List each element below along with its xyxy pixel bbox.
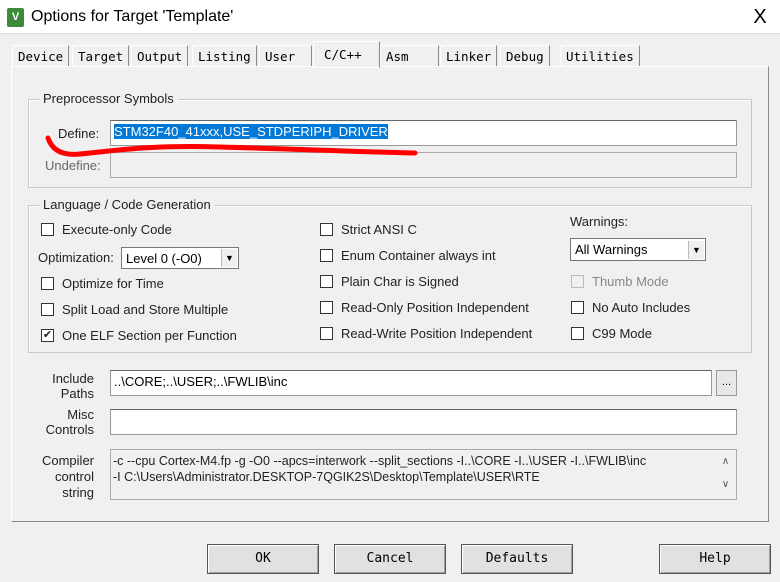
strict-ansi-checkbox[interactable]: Strict ANSI C: [320, 222, 417, 237]
checkbox-box: [571, 301, 584, 314]
optimize-time-checkbox[interactable]: Optimize for Time: [41, 276, 164, 291]
misc-controls-label: Misc Controls: [30, 407, 94, 437]
checkbox-box: [571, 275, 584, 288]
no-auto-includes-checkbox[interactable]: No Auto Includes: [571, 300, 690, 315]
scroll-down-icon[interactable]: ∨: [717, 479, 734, 490]
enum-int-checkbox[interactable]: Enum Container always int: [320, 248, 496, 263]
warnings-select[interactable]: All Warnings ▼: [570, 238, 706, 261]
defaults-button[interactable]: Defaults: [461, 544, 573, 574]
compiler-label-line1: Compiler: [41, 453, 94, 468]
strict-ansi-label: Strict ANSI C: [341, 222, 417, 237]
checkbox-box: [320, 327, 333, 340]
browse-include-button[interactable]: ...: [716, 370, 737, 396]
include-label-line1: Include: [52, 371, 94, 386]
one-elf-checkbox[interactable]: ✔ One ELF Section per Function: [41, 328, 237, 343]
rwpi-checkbox[interactable]: Read-Write Position Independent: [320, 326, 532, 341]
checkbox-box: [41, 223, 54, 236]
rwpi-label: Read-Write Position Independent: [341, 326, 533, 341]
misc-label-line2: Controls: [45, 422, 94, 437]
thumb-mode-checkbox[interactable]: Thumb Mode: [571, 274, 669, 289]
c99-label: C99 Mode: [592, 326, 652, 341]
warnings-label: Warnings:: [570, 214, 629, 229]
warnings-value: All Warnings: [575, 242, 648, 257]
plain-char-checkbox[interactable]: Plain Char is Signed: [320, 274, 459, 289]
misc-label-line1: Misc: [67, 407, 94, 422]
include-paths-label: Include Paths: [30, 371, 94, 401]
scroll-up-icon[interactable]: ∧: [717, 456, 734, 467]
include-label-line2: Paths: [60, 386, 94, 401]
chevron-down-icon: ▼: [221, 249, 237, 267]
checkbox-box: [41, 277, 54, 290]
execute-only-label: Execute-only Code: [62, 222, 172, 237]
checkbox-box: [41, 303, 54, 316]
one-elf-label: One ELF Section per Function: [62, 328, 237, 343]
ropi-label: Read-Only Position Independent: [341, 300, 529, 315]
cancel-button[interactable]: Cancel: [334, 544, 446, 574]
checkbox-box: [320, 249, 333, 262]
compiler-control-string: -c --cpu Cortex-M4.fp -g -O0 --apcs=inte…: [110, 449, 737, 500]
compiler-label-line2: control: [54, 469, 94, 484]
include-paths-input[interactable]: ..\CORE;..\USER;..\FWLIB\inc: [110, 370, 712, 396]
optimization-select[interactable]: Level 0 (-O0) ▼: [121, 247, 239, 269]
split-load-checkbox[interactable]: Split Load and Store Multiple: [41, 302, 228, 317]
execute-only-checkbox[interactable]: Execute-only Code: [41, 222, 172, 237]
plain-char-label: Plain Char is Signed: [341, 274, 459, 289]
optimization-label: Optimization:: [38, 250, 114, 265]
tab-c-cpp[interactable]: C/C++: [313, 41, 380, 68]
checkmark-icon: ✔: [41, 329, 54, 342]
optimization-value: Level 0 (-O0): [126, 250, 202, 266]
ropi-checkbox[interactable]: Read-Only Position Independent: [320, 300, 529, 315]
split-load-label: Split Load and Store Multiple: [62, 302, 229, 317]
compiler-control-label: Compiler control string: [30, 453, 94, 501]
no-auto-includes-label: No Auto Includes: [592, 300, 691, 315]
misc-controls-input[interactable]: [110, 409, 737, 435]
thumb-mode-label: Thumb Mode: [592, 274, 669, 289]
chevron-down-icon: ▼: [688, 240, 704, 259]
checkbox-box: [320, 223, 333, 236]
scrollbar[interactable]: ∧ ∨: [717, 450, 734, 499]
checkbox-box: [320, 301, 333, 314]
enum-int-label: Enum Container always int: [341, 248, 496, 263]
codegen-group-label: Language / Code Generation: [39, 197, 215, 212]
help-button[interactable]: Help: [659, 544, 771, 574]
checkbox-box: [571, 327, 584, 340]
compiler-line-2: -I C:\Users\Administrator.DESKTOP-7QGIK2…: [113, 470, 540, 484]
optimize-time-label: Optimize for Time: [62, 276, 164, 291]
compiler-line-1: -c --cpu Cortex-M4.fp -g -O0 --apcs=inte…: [113, 454, 647, 468]
ok-button[interactable]: OK: [207, 544, 319, 574]
c99-checkbox[interactable]: C99 Mode: [571, 326, 652, 341]
checkbox-box: [320, 275, 333, 288]
compiler-label-line3: string: [62, 485, 94, 500]
